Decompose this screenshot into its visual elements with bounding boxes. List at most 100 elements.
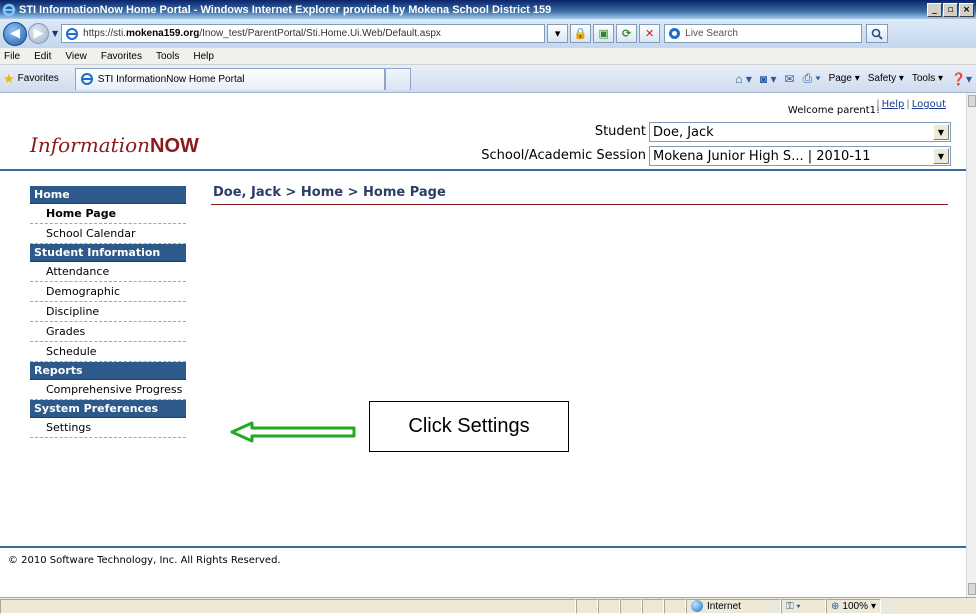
compatibility-icon[interactable]: ▣ xyxy=(593,24,615,43)
status-cell-2 xyxy=(598,598,620,614)
address-bar[interactable]: https://sti.mokena159.org/Inow_test/Pare… xyxy=(61,24,546,43)
status-bar: Internet ⚿ ▾ ⊕ 100% ▾ xyxy=(0,597,976,614)
sidebar-item-settings[interactable]: Settings xyxy=(30,418,186,438)
sidebar-item-grades[interactable]: Grades xyxy=(30,322,186,342)
sidebar-section-system-preferences: System Preferences xyxy=(30,400,186,418)
zoom-control[interactable]: ⊕ 100% ▾ xyxy=(826,598,881,614)
menu-bar: File Edit View Favorites Tools Help xyxy=(0,48,976,65)
favorites-label: Favorites xyxy=(17,73,59,84)
sidebar-section-home: Home xyxy=(30,186,186,204)
address-row: ◀ ▶ ▼ https://sti.mokena159.org/Inow_tes… xyxy=(0,19,976,48)
address-dropdown-icon[interactable]: ▾ xyxy=(547,24,569,43)
new-tab-button[interactable] xyxy=(384,67,411,90)
lock-icon[interactable]: 🔒 xyxy=(570,24,592,43)
menu-edit[interactable]: Edit xyxy=(34,51,51,62)
chevron-down-icon[interactable]: ▼ xyxy=(933,124,949,140)
informationnow-logo: InformationNOW xyxy=(30,133,199,157)
student-select[interactable]: Doe, Jack ▼ xyxy=(649,122,951,142)
ie-logo-icon xyxy=(2,3,16,17)
sidebar-item-demographic[interactable]: Demographic xyxy=(30,282,186,302)
header-divider xyxy=(0,169,966,171)
footer-divider xyxy=(0,546,966,548)
page-menu[interactable]: Page ▾ xyxy=(829,73,860,84)
help-link[interactable]: Help xyxy=(882,99,905,110)
safety-menu[interactable]: Safety ▾ xyxy=(868,73,904,84)
address-url[interactable]: https://sti.mokena159.org/Inow_test/Pare… xyxy=(83,28,441,39)
live-search-icon xyxy=(668,27,681,40)
globe-icon xyxy=(691,600,703,612)
sidebar-item-schedule[interactable]: Schedule xyxy=(30,342,186,362)
sidebar-item-home-page[interactable]: Home Page xyxy=(30,204,186,224)
student-label: Student xyxy=(594,124,646,139)
star-icon: ★ xyxy=(3,70,15,86)
tab-title: STI InformationNow Home Portal xyxy=(97,73,245,85)
search-input[interactable]: Live Search xyxy=(664,24,863,43)
feeds-icon[interactable]: ◙ ▾ xyxy=(760,72,777,86)
browser-tab[interactable]: STI InformationNow Home Portal xyxy=(74,67,385,90)
minimize-button[interactable]: _ xyxy=(927,2,942,17)
status-cell-1 xyxy=(576,598,598,614)
search-placeholder: Live Search xyxy=(685,28,738,39)
chevron-down-icon[interactable]: ▼ xyxy=(933,148,949,164)
top-links: | Help | Logout xyxy=(876,99,946,110)
stop-icon[interactable]: ✕ xyxy=(639,24,661,43)
status-cell-3 xyxy=(620,598,642,614)
scroll-up-arrow[interactable] xyxy=(968,95,976,107)
annotation-arrow xyxy=(230,420,356,448)
protected-mode-button[interactable]: ⚿ ▾ xyxy=(781,598,826,614)
click-settings-callout: Click Settings xyxy=(369,401,569,452)
student-select-value: Doe, Jack xyxy=(653,124,714,140)
favorites-button[interactable]: ★ Favorites xyxy=(3,71,59,87)
window-title: STI InformationNow Home Portal - Windows… xyxy=(19,3,552,16)
favorites-bar: ★ Favorites STI InformationNow Home Port… xyxy=(0,65,976,93)
sidebar-item-attendance[interactable]: Attendance xyxy=(30,262,186,282)
zoom-icon: ⊕ xyxy=(831,600,840,612)
sidebar-section-reports: Reports xyxy=(30,362,186,380)
scroll-down-arrow[interactable] xyxy=(968,583,976,595)
copyright-footer: © 2010 Software Technology, Inc. All Rig… xyxy=(8,555,281,566)
sidebar-item-school-calendar[interactable]: School Calendar xyxy=(30,224,186,244)
zoom-dropdown-icon[interactable]: ▾ xyxy=(871,601,876,612)
session-select-value: Mokena Junior High S... | 2010-11 xyxy=(653,148,871,164)
menu-file[interactable]: File xyxy=(4,51,20,62)
tools-menu[interactable]: Tools ▾ xyxy=(912,73,943,84)
breadcrumb-divider xyxy=(211,204,948,205)
status-cell-4 xyxy=(642,598,664,614)
protected-mode-icon: ⚿ ▾ xyxy=(786,600,801,612)
window-title-bar: STI InformationNow Home Portal - Windows… xyxy=(0,0,976,19)
help-icon[interactable]: ❓▾ xyxy=(951,72,972,86)
menu-tools[interactable]: Tools xyxy=(156,51,179,62)
sidebar-nav: Home Home Page School Calendar Student I… xyxy=(30,186,186,438)
tab-page-icon xyxy=(80,72,94,86)
print-icon[interactable]: ⎙ ▾ xyxy=(803,71,821,86)
menu-help[interactable]: Help xyxy=(193,51,214,62)
security-zone[interactable]: Internet xyxy=(686,598,781,614)
arrow-shape xyxy=(230,421,356,443)
back-button[interactable]: ◀ xyxy=(3,21,27,46)
welcome-text: Welcome parent1! xyxy=(787,105,880,116)
page-icon xyxy=(65,27,79,41)
page-content: InformationNOW Welcome parent1! | Help | Lo… xyxy=(0,93,966,597)
session-select[interactable]: Mokena Junior High S... | 2010-11 ▼ xyxy=(649,146,951,166)
home-icon[interactable]: ⌂ ▾ xyxy=(735,72,752,86)
zone-label: Internet xyxy=(707,600,741,612)
logout-link[interactable]: Logout xyxy=(912,99,946,110)
maximize-button[interactable]: ▫ xyxy=(943,2,958,17)
menu-view[interactable]: View xyxy=(65,51,87,62)
sidebar-item-discipline[interactable]: Discipline xyxy=(30,302,186,322)
close-window-button[interactable]: × xyxy=(959,2,974,17)
refresh-icon[interactable]: ⟳ xyxy=(616,24,638,43)
vertical-scrollbar[interactable] xyxy=(966,93,976,597)
zoom-level: 100% xyxy=(842,600,868,612)
status-text-cell xyxy=(0,598,576,614)
breadcrumb: Doe, Jack > Home > Home Page xyxy=(213,185,446,200)
mail-icon[interactable]: ✉ xyxy=(785,72,795,86)
menu-favorites[interactable]: Favorites xyxy=(101,51,142,62)
session-label: School/Academic Session xyxy=(481,148,646,163)
sidebar-section-student-information: Student Information xyxy=(30,244,186,262)
forward-button[interactable]: ▶ xyxy=(28,23,49,44)
recent-pages-dropdown-icon[interactable]: ▼ xyxy=(52,29,58,38)
sidebar-item-comprehensive-progress[interactable]: Comprehensive Progress xyxy=(30,380,186,400)
search-go-icon[interactable] xyxy=(866,24,889,43)
status-cell-5 xyxy=(664,598,686,614)
